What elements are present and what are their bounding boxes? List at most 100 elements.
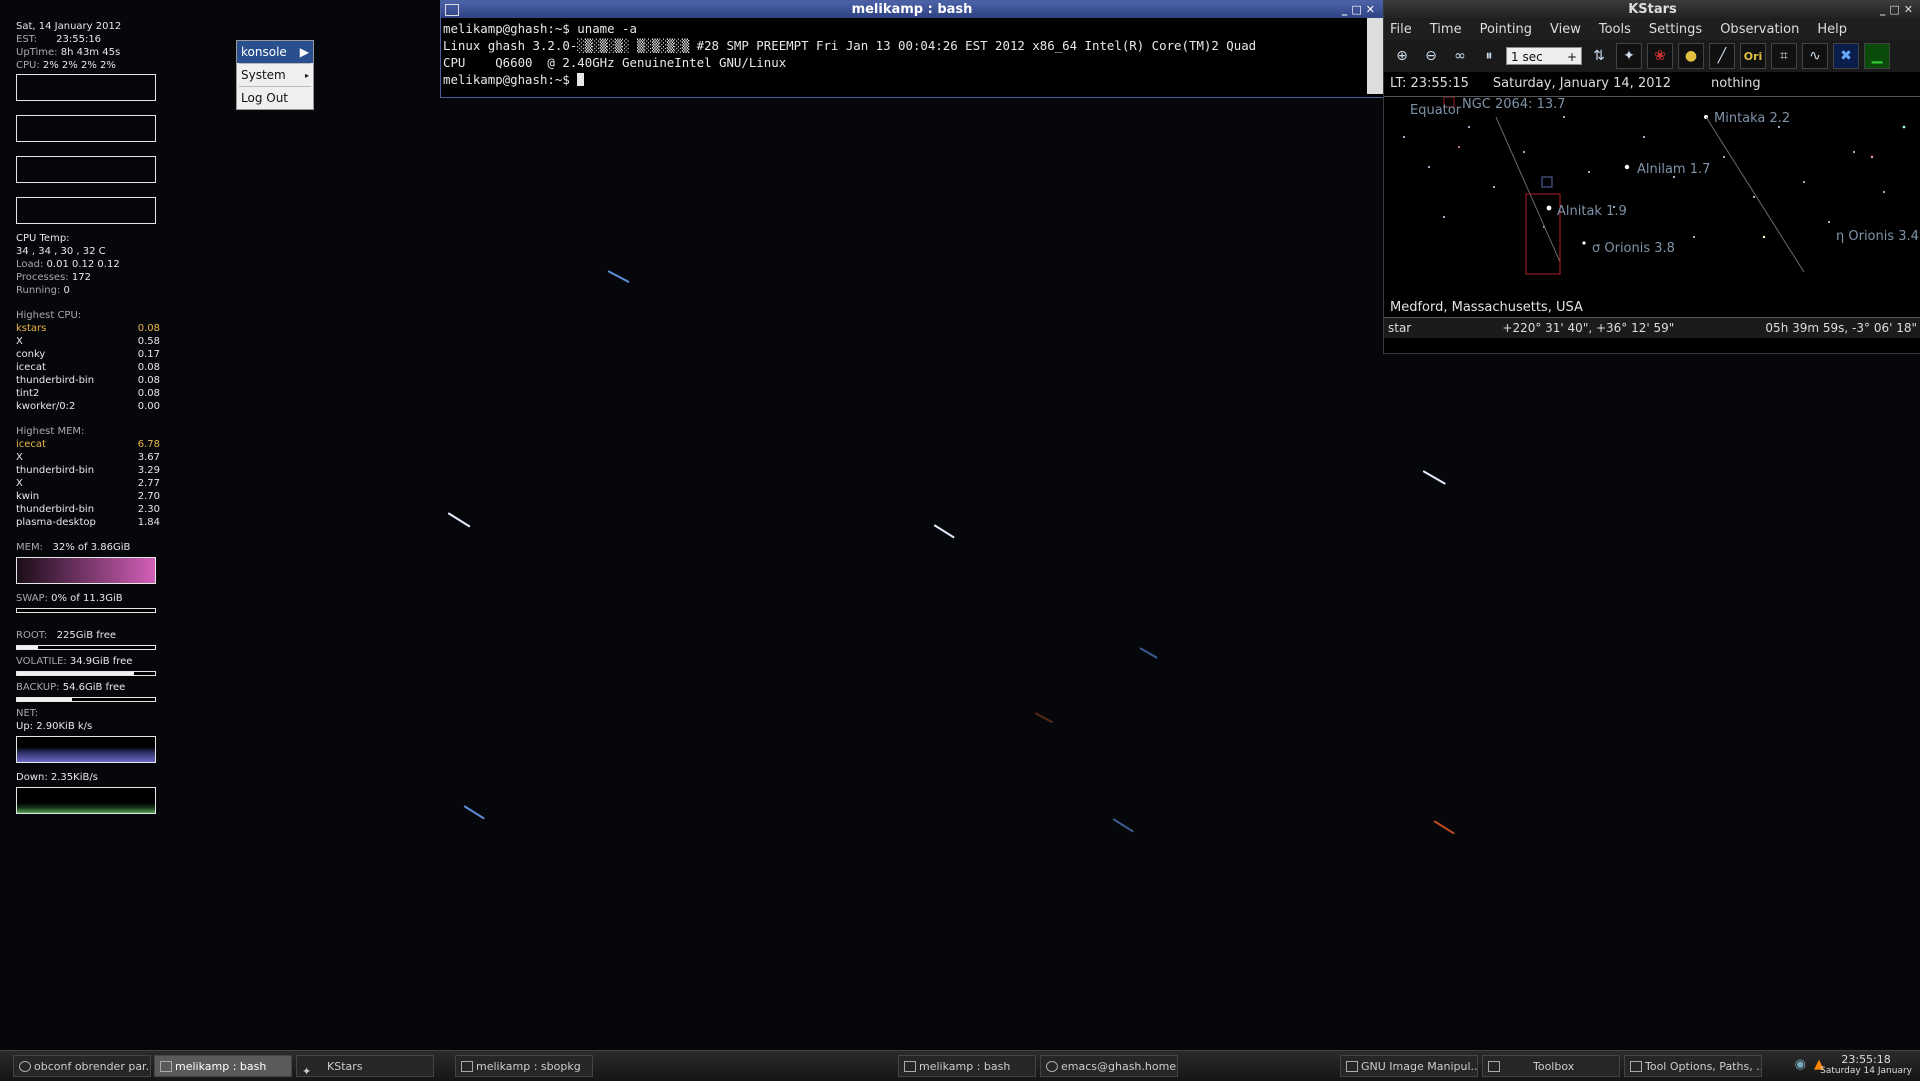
terminal-icon	[461, 1061, 473, 1072]
sky-label[interactable]: Equator	[1410, 103, 1461, 118]
coordinate-grid-icon[interactable]: ✖	[1833, 43, 1859, 69]
star-streak	[607, 270, 630, 284]
constellation-names-icon[interactable]: Ori	[1740, 43, 1766, 69]
menu-help[interactable]: Help	[1817, 22, 1847, 37]
minimize-icon[interactable]: _	[1342, 3, 1352, 16]
backup-bar	[16, 697, 156, 702]
terminal-prompt: melikamp@ghash:~$	[443, 72, 578, 87]
close-icon[interactable]: ✕	[1366, 3, 1379, 16]
task-obconf[interactable]: obconf obrender par...	[13, 1055, 151, 1077]
deep-sky-icon[interactable]: ❀	[1647, 43, 1673, 69]
clock[interactable]: 23:55:18 Saturday 14 January	[1820, 1053, 1912, 1077]
menu-item-label: Log Out	[241, 91, 289, 105]
task-emacs[interactable]: emacs@ghash.home	[1040, 1055, 1178, 1077]
menu-view[interactable]: View	[1550, 22, 1581, 37]
clock-time: 23:55:18	[1841, 1053, 1891, 1066]
process-row: kwin 2.70	[16, 490, 160, 503]
menu-item-logout[interactable]: Log Out	[237, 87, 313, 109]
process-row: X 3.67	[16, 451, 160, 464]
process-value: 2.30	[137, 504, 160, 515]
process-row: plasma-desktop 1.84	[16, 516, 160, 529]
load: 0.01 0.12 0.12	[46, 259, 120, 270]
boundary-box	[1525, 193, 1561, 275]
maximize-icon[interactable]: □	[1889, 3, 1903, 16]
planets-icon[interactable]: ●	[1678, 43, 1704, 69]
spin-plus-icon[interactable]: +	[1567, 48, 1577, 66]
process-name: X	[16, 478, 23, 489]
process-name: tint2	[16, 388, 40, 399]
horizon-icon[interactable]: ▁	[1864, 43, 1890, 69]
sky-label[interactable]: Alnilam 1.7	[1637, 162, 1710, 177]
milky-way-icon[interactable]: ∿	[1802, 43, 1828, 69]
process-row: thunderbird-bin 0.08	[16, 374, 160, 387]
menu-time[interactable]: Time	[1430, 22, 1462, 37]
menu-item-system[interactable]: System ▸	[237, 64, 313, 86]
task-bash-1[interactable]: melikamp : bash	[154, 1055, 292, 1077]
sky-map-canvas	[1403, 97, 1906, 275]
terminal-window[interactable]: melikamp : bash _□✕ melikamp@ghash:~$ un…	[440, 0, 1384, 98]
spin-arrows-icon[interactable]: ⇅	[1587, 44, 1611, 68]
terminal-scrollbar[interactable]	[1367, 18, 1383, 94]
process-row: tint2 0.08	[16, 387, 160, 400]
conky-tz-label: EST:	[16, 34, 38, 45]
network-icon[interactable]: ◉	[1795, 1057, 1806, 1072]
sky-label[interactable]: Alnitak 1.9	[1557, 204, 1627, 219]
process-value: 3.29	[137, 465, 160, 476]
menu-observation[interactable]: Observation	[1720, 22, 1799, 37]
menu-settings[interactable]: Settings	[1649, 22, 1702, 37]
kstars-window[interactable]: KStars _□✕ File Time Pointing View Tools…	[1383, 0, 1920, 354]
running-label: Running:	[16, 285, 61, 296]
task-sbopkg[interactable]: melikamp : sbopkg	[455, 1055, 593, 1077]
sky-stars	[1403, 115, 1906, 245]
terminal-icon	[904, 1061, 916, 1072]
sky-label[interactable]: σ Orionis 3.8	[1592, 241, 1675, 256]
mem-label: MEM:	[16, 542, 43, 553]
conky-cpu-label: CPU:	[16, 60, 40, 71]
task-kstars[interactable]: ✦ KStars	[296, 1055, 434, 1077]
stars-icon[interactable]: ✦	[1616, 43, 1642, 69]
cpu-temp: 34 , 34 , 30 , 32 C	[16, 246, 106, 257]
highest-mem-list: icecat 6.78 X 3.67 thunderbird-bin 3.29 X 2.77 k…	[16, 438, 160, 529]
process-row: thunderbird-bin 3.29	[16, 464, 160, 477]
zoom-in-icon[interactable]: ⊕	[1390, 44, 1414, 68]
star-streak	[463, 805, 485, 820]
process-name: thunderbird-bin	[16, 375, 95, 386]
kstars-titlebar[interactable]: KStars _□✕	[1384, 1, 1920, 18]
zoom-out-icon[interactable]: ⊖	[1419, 44, 1443, 68]
sky-label[interactable]: η Orionis 3.4	[1836, 229, 1919, 244]
task-toolbox[interactable]: Toolbox	[1482, 1055, 1620, 1077]
binoculars-icon[interactable]: ∞	[1448, 44, 1472, 68]
minimize-icon[interactable]: _	[1880, 3, 1890, 16]
task-bash-2[interactable]: melikamp : bash	[898, 1055, 1036, 1077]
menu-file[interactable]: File	[1390, 22, 1412, 37]
local-time: LT: 23:55:15	[1390, 76, 1469, 91]
constellation-boundaries-icon[interactable]: ⌗	[1771, 43, 1797, 69]
process-name: conky	[16, 349, 46, 360]
mem: 32% of 3.86GiB	[52, 542, 131, 553]
mouse-cursor-icon: ▶	[299, 45, 309, 59]
process-name: kwin	[16, 491, 40, 502]
menu-pointing[interactable]: Pointing	[1480, 22, 1532, 37]
terminal-titlebar[interactable]: melikamp : bash _□✕	[441, 1, 1383, 18]
process-name: X	[16, 452, 23, 463]
star-streak	[1034, 712, 1054, 724]
task-gimp[interactable]: GNU Image Manipul...	[1340, 1055, 1478, 1077]
close-icon[interactable]: ✕	[1904, 3, 1917, 16]
process-name: thunderbird-bin	[16, 465, 95, 476]
pause-icon[interactable]: ⏸	[1477, 44, 1501, 68]
menu-item-konsole[interactable]: konsole ▶	[237, 41, 313, 63]
window-menu-icon[interactable]	[445, 4, 459, 16]
task-tool-options[interactable]: Tool Options, Paths, ...	[1624, 1055, 1762, 1077]
menu-tools[interactable]: Tools	[1599, 22, 1631, 37]
process-name: kworker/0:2	[16, 401, 76, 412]
timestep-spinbox[interactable]: 1 sec +	[1506, 47, 1582, 65]
task-label: Tool Options, Paths, ...	[1645, 1060, 1762, 1073]
constellation-lines-icon[interactable]: ╱	[1709, 43, 1735, 69]
sky-label[interactable]: Mintaka 2.2	[1714, 111, 1790, 126]
conky-uptime-label: UpTime:	[16, 47, 58, 58]
maximize-icon[interactable]: □	[1351, 3, 1365, 16]
sky-label[interactable]: NGC 2064: 13.7	[1462, 97, 1566, 112]
terminal-output[interactable]: melikamp@ghash:~$ uname -a Linux ghash 3…	[443, 20, 1383, 88]
sky-map[interactable]: NGC 2064: 13.7 Equator Mintaka 2.2 Alnil…	[1384, 97, 1920, 317]
task-label: emacs@ghash.home	[1061, 1060, 1177, 1073]
